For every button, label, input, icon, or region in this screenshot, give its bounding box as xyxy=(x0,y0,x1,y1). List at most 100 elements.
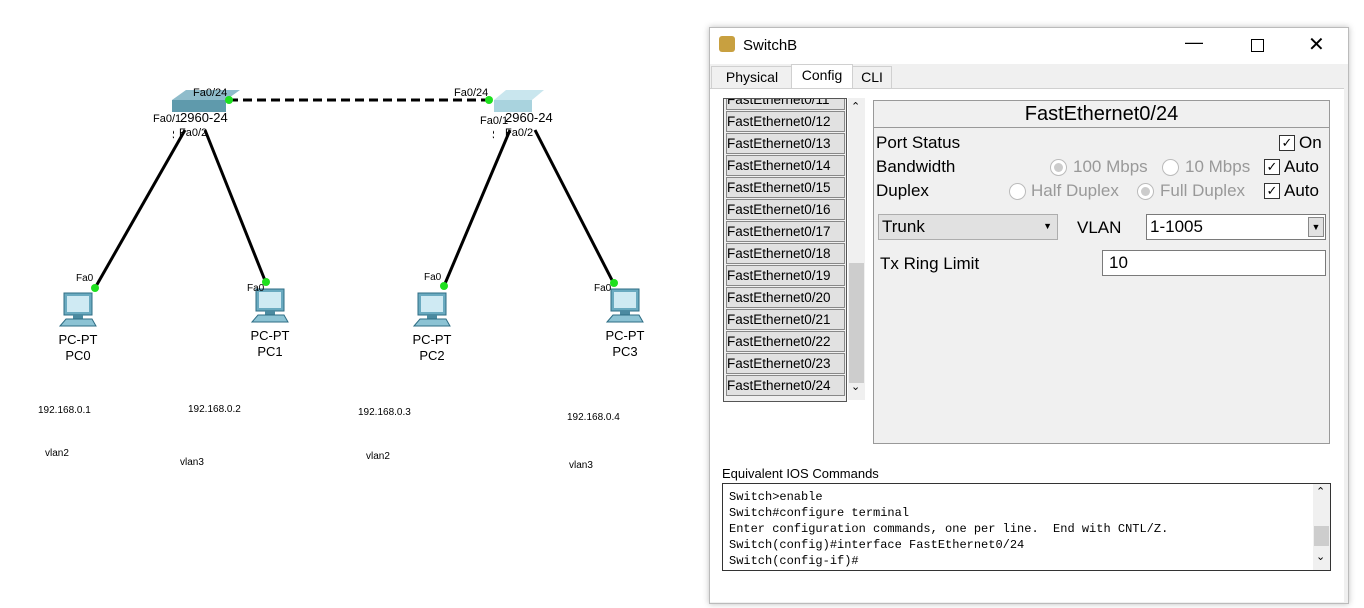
port-label: Fa0 xyxy=(247,283,265,294)
port-button[interactable]: FastEthernet0/24 xyxy=(726,375,845,396)
half-duplex-label: Half Duplex xyxy=(1031,181,1119,200)
port-button[interactable]: FastEthernet0/20 xyxy=(726,287,845,308)
mode-value: Trunk xyxy=(882,217,925,236)
port-label: Fa0/1 xyxy=(480,115,509,127)
vlan-note: vlan2 xyxy=(45,448,69,459)
port-status-on: On xyxy=(1299,133,1322,152)
port-label: Fa0/2 xyxy=(505,127,534,139)
pc-name: PC2 xyxy=(419,348,445,363)
port-button[interactable]: FastEthernet0/19 xyxy=(726,265,845,286)
pc-icon[interactable] xyxy=(58,290,98,330)
ios-line: Enter configuration commands, one per li… xyxy=(729,522,1169,536)
interface-panel: FastEthernet0/24 Port Status ✓ On Bandwi… xyxy=(873,100,1330,444)
pc-type: PC-PT xyxy=(250,328,290,343)
pc-type: PC-PT xyxy=(58,332,98,347)
maximize-button[interactable] xyxy=(1251,39,1264,52)
pc-name: PC0 xyxy=(65,348,91,363)
ios-commands-label: Equivalent IOS Commands xyxy=(722,466,879,481)
port-button[interactable]: FastEthernet0/13 xyxy=(726,133,845,154)
close-button[interactable]: ✕ xyxy=(1308,32,1325,57)
full-duplex-radio[interactable] xyxy=(1137,183,1154,200)
port-label: Fa0/24 xyxy=(193,87,228,99)
app-icon xyxy=(719,36,735,52)
port-status-checkbox[interactable]: ✓ xyxy=(1279,135,1295,151)
link-pc1 xyxy=(203,129,268,284)
pc-type: PC-PT xyxy=(605,328,645,343)
tx-ring-value: 10 xyxy=(1109,253,1128,272)
ios-line: Switch>enable xyxy=(729,490,823,504)
bw-100-label: 100 Mbps xyxy=(1073,157,1148,176)
ios-line: Switch(config)#interface FastEthernet0/2… xyxy=(729,538,1025,552)
vlan-label: VLAN xyxy=(1077,218,1122,237)
bandwidth-label: Bandwidth xyxy=(876,157,956,176)
bw-10-label: 10 Mbps xyxy=(1185,157,1251,176)
full-duplex-label: Full Duplex xyxy=(1160,181,1246,200)
vlan-note: vlan3 xyxy=(569,460,593,471)
port-list-scrollbar[interactable]: ⌃ ⌄ xyxy=(848,98,865,400)
tx-ring-input[interactable]: 10 xyxy=(1102,250,1326,276)
switch-model: 2960-24 xyxy=(180,110,228,125)
port-button[interactable]: FastEthernet0/18 xyxy=(726,243,845,264)
switch-model: 2960-24 xyxy=(505,110,553,125)
port-button[interactable]: FastEthernet0/23 xyxy=(726,353,845,374)
port-label: Fa0 xyxy=(76,273,94,284)
bw-auto-checkbox[interactable]: ✓ xyxy=(1264,159,1280,175)
port-button[interactable]: FastEthernet0/21 xyxy=(726,309,845,330)
bw-auto-label: Auto xyxy=(1284,157,1319,176)
link-pc0 xyxy=(93,129,187,289)
tx-ring-label: Tx Ring Limit xyxy=(880,254,980,273)
half-duplex-radio[interactable] xyxy=(1009,183,1026,200)
tab-cli[interactable]: CLI xyxy=(852,66,892,88)
vlan-value: 1-1005 xyxy=(1150,217,1203,236)
pc-icon[interactable] xyxy=(412,290,452,330)
ios-commands-console[interactable]: Switch>enable Switch#configure terminal En… xyxy=(722,483,1331,571)
duplex-auto-label: Auto xyxy=(1284,181,1319,200)
tab-physical[interactable]: Physical xyxy=(711,66,793,88)
switchb-window: SwitchB — ✕ Physical Config CLI FastEthe… xyxy=(709,27,1349,604)
vlan-note: vlan2 xyxy=(366,451,390,462)
port-list: FastEthernet0/11 FastEthernet0/12 FastEthe… xyxy=(723,98,847,402)
console-scrollbar[interactable]: ⌃ ⌄ xyxy=(1313,484,1330,570)
scroll-thumb[interactable] xyxy=(1314,526,1329,546)
pc-type: PC-PT xyxy=(412,332,452,347)
window-title: SwitchB xyxy=(743,37,798,54)
port-button[interactable]: FastEthernet0/16 xyxy=(726,199,845,220)
duplex-auto-checkbox[interactable]: ✓ xyxy=(1264,183,1280,199)
port-button[interactable]: FastEthernet0/15 xyxy=(726,177,845,198)
port-button[interactable]: FastEthernet0/14 xyxy=(726,155,845,176)
bw-100-radio[interactable] xyxy=(1050,159,1067,176)
tab-config[interactable]: Config xyxy=(791,64,853,89)
panel-title: FastEthernet0/24 xyxy=(874,101,1329,128)
vlan-note: vlan3 xyxy=(180,457,204,468)
dropdown-arrow-icon: ▼ xyxy=(1308,217,1324,237)
switch-b-icon[interactable] xyxy=(494,90,544,112)
mode-select[interactable]: Trunk ▼ xyxy=(878,214,1058,240)
ip-note: 192.168.0.1 xyxy=(38,405,91,416)
topology-canvas xyxy=(93,90,616,289)
port-status-label: Port Status xyxy=(876,133,961,152)
port-label: Fa0/1 xyxy=(153,113,182,125)
port-label: Fa0/2 xyxy=(179,127,208,139)
port-label: Fa0 xyxy=(594,283,612,294)
port-button[interactable]: FastEthernet0/22 xyxy=(726,331,845,352)
pc-name: PC3 xyxy=(612,344,638,359)
link-pc3 xyxy=(533,129,616,285)
title-bar: SwitchB — ✕ xyxy=(710,28,1348,64)
bw-10-radio[interactable] xyxy=(1162,159,1179,176)
ip-note: 192.168.0.4 xyxy=(567,412,620,423)
port-label: Fa0 xyxy=(424,272,442,283)
minimize-button[interactable]: — xyxy=(1185,32,1203,53)
vlan-select[interactable]: 1-1005 ▼ xyxy=(1146,214,1326,240)
ip-note: 192.168.0.2 xyxy=(188,404,241,415)
ios-line: Switch#configure terminal xyxy=(729,506,910,520)
link-light xyxy=(440,282,448,290)
port-label: Fa0/24 xyxy=(454,87,489,99)
ios-line: Switch(config-if)# xyxy=(729,554,859,568)
port-button[interactable]: FastEthernet0/17 xyxy=(726,221,845,242)
duplex-label: Duplex xyxy=(876,181,929,200)
scroll-thumb[interactable] xyxy=(849,263,864,383)
link-pc2 xyxy=(442,129,512,287)
ip-note: 192.168.0.3 xyxy=(358,407,411,418)
port-button[interactable]: FastEthernet0/12 xyxy=(726,111,845,132)
port-button[interactable]: FastEthernet0/11 xyxy=(726,99,845,110)
